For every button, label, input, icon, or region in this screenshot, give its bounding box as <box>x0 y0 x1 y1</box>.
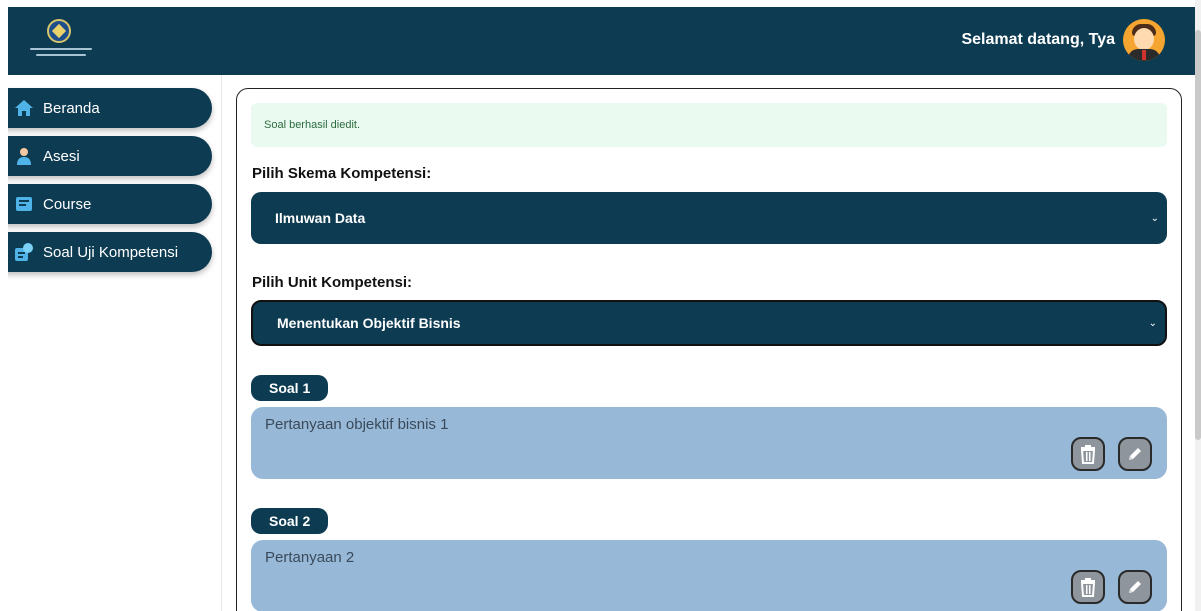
book-icon <box>14 194 34 214</box>
logo-text-line <box>36 54 86 56</box>
edit-button[interactable] <box>1118 437 1152 471</box>
delete-button[interactable] <box>1071 570 1105 604</box>
quiz-icon <box>14 242 34 262</box>
sidebar-item-label: Beranda <box>43 99 100 117</box>
skema-label: Pilih Skema Kompetensi: <box>252 165 432 182</box>
question-text: Pertanyaan 2 <box>265 549 355 566</box>
chevron-down-icon: ⌄ <box>1148 318 1157 329</box>
sidebar-item-beranda[interactable]: Beranda <box>0 88 212 128</box>
avatar-tie <box>1142 50 1146 60</box>
pencil-icon <box>1129 581 1141 593</box>
success-alert: Soal berhasil diedit. <box>251 103 1167 147</box>
skema-select[interactable]: Ilmuwan Data ⌄ <box>251 192 1167 244</box>
main-card: Soal berhasil diedit. Pilih Skema Kompet… <box>236 88 1182 611</box>
question-badge: Soal 1 <box>251 375 329 401</box>
sidebar: Beranda Asesi Course Soal Uji Kompetensi <box>0 75 222 611</box>
sidebar-item-label: Asesi <box>43 147 80 165</box>
institution-logo[interactable] <box>30 19 92 61</box>
question-card: Pertanyaan 2 <box>251 540 1167 611</box>
user-avatar[interactable] <box>1123 19 1165 61</box>
logo-text-line <box>30 48 92 50</box>
sidebar-item-course[interactable]: Course <box>0 184 212 224</box>
pencil-icon <box>1129 448 1141 460</box>
question-card: Pertanyaan objektif bisnis 1 <box>251 407 1167 479</box>
user-icon <box>14 146 34 166</box>
app-frame: Selamat datang, Tya Beranda Asesi Course <box>0 0 1201 611</box>
sidebar-item-asesi[interactable]: Asesi <box>0 136 212 176</box>
top-header: Selamat datang, Tya <box>8 7 1195 75</box>
sidebar-item-label: Course <box>43 195 92 213</box>
sidebar-item-soal-uji-kompetensi[interactable]: Soal Uji Kompetensi <box>0 232 212 272</box>
sidebar-item-label: Soal Uji Kompetensi <box>43 243 179 261</box>
trash-icon <box>1080 445 1096 464</box>
home-icon <box>14 98 34 118</box>
unit-select[interactable]: Menentukan Objektif Bisnis ⌄ <box>251 300 1167 346</box>
page-scrollbar[interactable] <box>1195 0 1201 611</box>
window-edge <box>0 0 8 611</box>
skema-selected-value: Ilmuwan Data <box>275 210 366 226</box>
unit-selected-value: Menentukan Objektif Bisnis <box>277 315 461 331</box>
question-text: Pertanyaan objektif bisnis 1 <box>265 416 449 433</box>
trash-icon <box>1080 578 1096 597</box>
avatar-face <box>1134 28 1154 50</box>
question-badge: Soal 2 <box>251 508 329 534</box>
unit-label: Pilih Unit Kompetensi: <box>252 274 413 291</box>
scrollbar-thumb[interactable] <box>1195 30 1201 440</box>
welcome-text: Selamat datang, Tya <box>961 31 1115 48</box>
edit-button[interactable] <box>1118 570 1152 604</box>
seal-icon <box>47 19 71 43</box>
chevron-down-icon: ⌄ <box>1150 213 1159 224</box>
delete-button[interactable] <box>1071 437 1105 471</box>
